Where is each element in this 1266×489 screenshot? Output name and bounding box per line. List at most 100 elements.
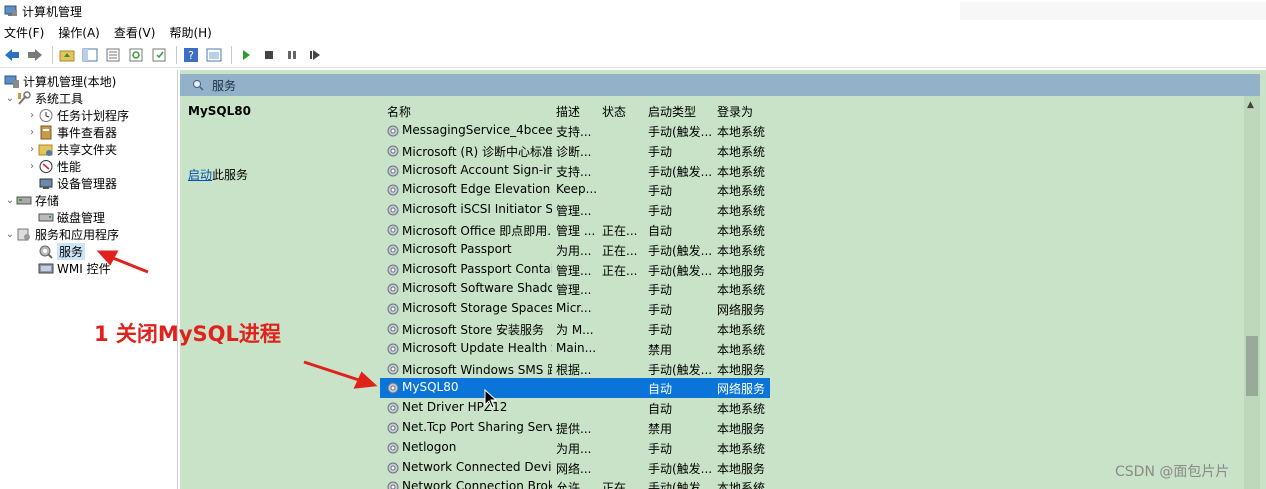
arrow-left-icon <box>5 48 19 61</box>
service-logon-as: 本地系统 <box>717 323 766 337</box>
up-folder-button[interactable] <box>57 45 77 65</box>
table-row[interactable]: Microsoft Software Shado... 管理... 手动 本地系统 <box>380 279 770 299</box>
service-startup-type: 手动(触发... <box>648 481 713 489</box>
table-row[interactable]: Microsoft Storage Spaces S... Micr... 手动 网络… <box>380 299 770 319</box>
refresh-button[interactable] <box>126 45 146 65</box>
service-startup-type: 自动 <box>648 382 673 397</box>
tree-node-root[interactable]: 计算机管理(本地) <box>4 73 116 90</box>
tree-node-services[interactable]: 服务 <box>38 243 86 260</box>
event-log-icon <box>38 125 54 140</box>
tree-node-performance[interactable]: › 性能 <box>26 158 81 175</box>
tree-node-shared-folders[interactable]: › 共享文件夹 <box>26 141 117 158</box>
shared-folder-icon <box>38 142 54 157</box>
service-startup-type: 手动(触发... <box>648 362 713 377</box>
service-startup-type: 手动 <box>648 144 673 159</box>
storage-icon <box>16 193 32 208</box>
export-list-button[interactable] <box>103 45 123 65</box>
service-gear-icon <box>386 124 400 138</box>
menu-file[interactable]: 文件(F) <box>4 24 44 41</box>
table-row[interactable]: Microsoft Store 安装服务为 M... 手动 本地系统 <box>380 319 770 339</box>
menu-help[interactable]: 帮助(H) <box>169 24 211 41</box>
service-logon-as: 本地系统 <box>717 342 766 357</box>
service-gear-icon <box>386 461 400 475</box>
pause-service-button[interactable] <box>282 45 302 65</box>
tree-node-event-viewer[interactable]: › 事件查看器 <box>26 124 117 141</box>
tree-node-system-tools[interactable]: ⌄ 系统工具 <box>4 90 83 107</box>
service-logon-as: 本地系统 <box>717 441 766 456</box>
chevron-right-icon[interactable]: › <box>26 110 38 121</box>
service-logon-as: 本地系统 <box>717 481 766 489</box>
service-description: Keep... <box>556 182 598 197</box>
scroll-up-arrow-icon[interactable]: ▲ <box>1247 100 1254 110</box>
svg-text:?: ? <box>188 49 194 62</box>
table-row[interactable]: Microsoft Update Health S... Main... 禁用 本地系… <box>380 339 770 359</box>
table-row[interactable]: Net.Tcp Port Sharing Service 提供... 禁用 本地服务 <box>380 418 770 438</box>
menu-view[interactable]: 查看(V) <box>114 24 156 41</box>
computer-management-icon <box>4 4 18 18</box>
back-button[interactable] <box>2 45 22 65</box>
menu-action[interactable]: 操作(A) <box>58 24 100 41</box>
chevron-down-icon[interactable]: ⌄ <box>4 93 16 104</box>
service-startup-type: 自动 <box>648 224 673 238</box>
title-bar-blank <box>960 2 1266 20</box>
table-row[interactable]: Microsoft Edge Elevation S... Keep... 手动 本地… <box>380 180 770 200</box>
service-state: 正在... <box>602 481 638 489</box>
view-button[interactable] <box>204 45 224 65</box>
service-logon-as: 本地系统 <box>717 164 766 179</box>
column-header-description[interactable]: 描述 <box>556 103 580 120</box>
table-row[interactable]: Microsoft Account Sign-in ... 支持... 手动(触发.… <box>380 161 770 181</box>
stop-service-button[interactable] <box>259 45 279 65</box>
table-row[interactable]: Netlogon 为用... 手动 本地系统 <box>380 438 770 458</box>
table-row[interactable]: MessagingService_4bceeef 支持... 手动(触发... 本地系… <box>380 121 770 141</box>
tree-node-wmi[interactable]: WMI 控件 <box>38 260 111 277</box>
properties-button[interactable] <box>149 45 169 65</box>
table-row[interactable]: Network Connected Devic... 网络... 手动(触发... 本… <box>380 458 770 478</box>
restart-service-button[interactable] <box>305 45 325 65</box>
chevron-right-icon[interactable]: › <box>26 144 38 155</box>
service-logon-as: 本地系统 <box>717 224 766 238</box>
tree-label: 计算机管理(本地) <box>23 75 117 89</box>
table-row[interactable]: Microsoft Passport Container 管理... 正在... 手动… <box>380 260 770 280</box>
tree-label: WMI 控件 <box>57 262 111 276</box>
service-gear-icon <box>386 362 400 376</box>
start-service-link[interactable]: 启动 <box>188 168 212 182</box>
play-icon <box>243 49 250 60</box>
services-list: 名称 描述 状态 启动类型 登录为 MessagingService_4bcee… <box>380 96 1260 489</box>
start-service-button[interactable] <box>236 45 256 65</box>
service-startup-type: 手动(触发... <box>648 461 713 476</box>
help-button[interactable]: ? <box>181 45 201 65</box>
column-header-logon[interactable]: 登录为 <box>717 103 753 120</box>
table-row[interactable]: Microsoft Windows SMS 路... 根据... 手动(触发... 本… <box>380 359 770 379</box>
service-startup-type: 禁用 <box>648 422 673 436</box>
tree-node-storage[interactable]: ⌄ 存储 <box>4 192 59 209</box>
vertical-scrollbar[interactable] <box>1244 96 1260 489</box>
forward-button[interactable] <box>25 45 45 65</box>
column-header-state[interactable]: 状态 <box>602 103 626 120</box>
chevron-down-icon[interactable]: ⌄ <box>4 195 16 206</box>
chevron-down-icon[interactable]: ⌄ <box>4 229 16 240</box>
properties-icon <box>152 48 166 61</box>
console-tree-button[interactable] <box>80 45 100 65</box>
column-header-startup[interactable]: 启动类型 <box>648 103 696 120</box>
service-startup-type: 手动 <box>648 323 673 337</box>
tree-node-disk-management[interactable]: 磁盘管理 <box>38 209 105 226</box>
service-description: 管理... <box>556 263 592 278</box>
tree-node-services-apps[interactable]: ⌄ 服务和应用程序 <box>4 226 119 243</box>
chevron-right-icon[interactable]: › <box>26 161 38 172</box>
window-title: 计算机管理 <box>22 4 83 19</box>
table-row[interactable]: Microsoft iSCSI Initiator Ser... 管理... 手动 本… <box>380 200 770 220</box>
table-row[interactable]: Network Connection Broker 允许... 正在... 手动(触发… <box>380 477 770 489</box>
service-logon-as: 本地服务 <box>717 461 766 476</box>
tree-node-device-manager[interactable]: 设备管理器 <box>38 175 117 192</box>
column-header-name[interactable]: 名称 <box>387 103 411 120</box>
tree-node-task-scheduler[interactable]: › 任务计划程序 <box>26 107 129 124</box>
table-row[interactable]: Net Driver HPZ12 自动 本地系统 <box>380 398 770 418</box>
table-row[interactable]: MySQL80 自动 网络服务 <box>380 378 770 399</box>
annotation-text: 1 关闭MySQL进程 <box>94 322 281 346</box>
table-row[interactable]: Microsoft (R) 诊断中心标准... 诊断... 手动 本地系统 <box>380 141 770 161</box>
table-row[interactable]: Microsoft Office 即点即用... 管理 ... 正在... 自动 本地系… <box>380 220 770 240</box>
chevron-right-icon[interactable]: › <box>26 127 38 138</box>
scrollbar-thumb[interactable] <box>1246 336 1258 396</box>
table-row[interactable]: Microsoft Passport 为用... 正在... 手动(触发... 本地系统 <box>380 240 770 260</box>
service-startup-type: 自动 <box>648 402 673 417</box>
